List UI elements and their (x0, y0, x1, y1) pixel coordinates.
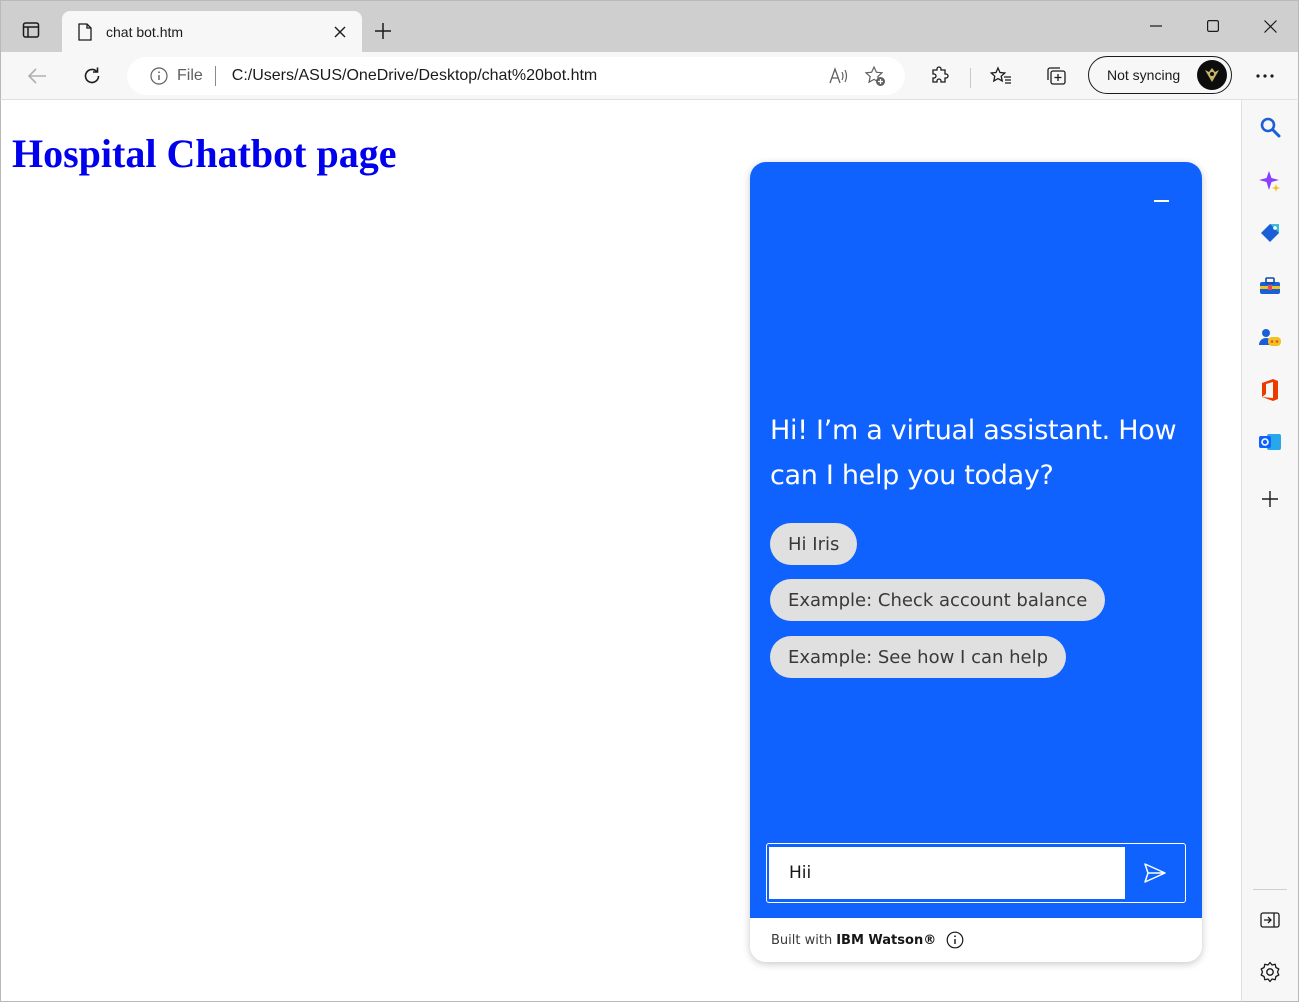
tools-icon[interactable] (1255, 271, 1285, 301)
read-aloud-button[interactable] (821, 58, 857, 94)
tab-close-button[interactable] (324, 16, 356, 48)
chat-greeting-message: Hi! I’m a virtual assistant. How can I h… (770, 415, 1177, 491)
browser-sidebar (1241, 100, 1299, 1002)
address-url[interactable]: C:/Users/ASUS/OneDrive/Desktop/chat%20bo… (232, 67, 821, 85)
browser-title-bar: chat bot.htm (0, 0, 1299, 53)
close-icon (1263, 19, 1277, 33)
settings-icon[interactable] (1255, 957, 1285, 987)
read-aloud-icon (829, 67, 848, 84)
browser-tab[interactable]: chat bot.htm (62, 11, 362, 53)
shopping-tag-icon[interactable] (1255, 218, 1285, 248)
maximize-window-button[interactable] (1190, 9, 1236, 43)
sync-status-label: Not syncing (1107, 67, 1181, 83)
info-icon[interactable] (946, 931, 964, 949)
collections-icon (1047, 67, 1066, 85)
browser-toolbar: File C:/Users/ASUS/OneDrive/Desktop/chat… (0, 52, 1299, 100)
chat-input-container (766, 843, 1186, 903)
sidebar-divider (1253, 889, 1287, 890)
add-icon[interactable] (1255, 484, 1285, 514)
avatar (1197, 60, 1227, 90)
chat-widget: Hi! I’m a virtual assistant. How can I h… (750, 162, 1202, 962)
plus-icon (375, 23, 391, 39)
office-icon[interactable] (1255, 375, 1285, 405)
chat-panel: Hi! I’m a virtual assistant. How can I h… (750, 162, 1202, 918)
add-favorite-button[interactable] (857, 58, 893, 94)
collections-button[interactable] (1038, 58, 1074, 94)
search-icon[interactable] (1255, 112, 1285, 142)
chat-option-hi-iris[interactable]: Hi Iris (770, 523, 858, 565)
split-screen-icon[interactable] (1255, 905, 1285, 935)
maximize-icon (1207, 20, 1219, 32)
address-bar[interactable]: File C:/Users/ASUS/OneDrive/Desktop/chat… (127, 57, 905, 95)
chat-message-input[interactable] (769, 847, 1125, 899)
chat-footer: Built with IBM Watson® (750, 918, 1202, 962)
close-window-button[interactable] (1247, 9, 1293, 43)
tab-actions-button[interactable] (11, 13, 51, 47)
games-icon[interactable] (1255, 323, 1285, 353)
chat-minimize-button[interactable] (1144, 184, 1178, 218)
back-button[interactable] (19, 58, 55, 94)
profile-sync-button[interactable]: Not syncing (1088, 56, 1232, 94)
toolbar-divider (970, 68, 971, 88)
page-title: Hospital Chatbot page (12, 131, 397, 176)
favorites-icon (990, 66, 1011, 84)
address-divider (214, 66, 216, 86)
minimize-icon (1153, 200, 1169, 202)
extensions-button[interactable] (922, 58, 958, 94)
tab-title: chat bot.htm (106, 24, 184, 40)
minimize-window-button[interactable] (1133, 9, 1179, 43)
arrow-left-icon (27, 68, 46, 84)
refresh-icon (84, 67, 100, 84)
address-scheme-label: File (177, 67, 203, 84)
more-icon (1256, 74, 1274, 78)
send-button[interactable] (1127, 847, 1183, 899)
close-icon (334, 26, 346, 38)
outlook-icon[interactable] (1255, 427, 1285, 457)
copilot-icon[interactable] (1255, 166, 1285, 196)
chat-option-check-balance[interactable]: Example: Check account balance (770, 579, 1106, 621)
favorites-button[interactable] (983, 58, 1019, 94)
file-icon (76, 22, 94, 42)
info-icon[interactable] (149, 66, 169, 86)
refresh-button[interactable] (74, 58, 110, 94)
chat-footer-prefix: Built with (771, 932, 833, 948)
chat-footer-brand: IBM Watson® (836, 932, 937, 948)
send-icon (1144, 863, 1166, 883)
chat-option-see-help[interactable]: Example: See how I can help (770, 636, 1067, 678)
puzzle-icon (932, 66, 949, 83)
settings-more-button[interactable] (1247, 58, 1283, 94)
minimize-icon (1150, 25, 1162, 27)
new-tab-button[interactable] (367, 15, 399, 47)
tab-actions-icon (22, 22, 40, 38)
star-add-icon (864, 65, 885, 86)
page-viewport: Hospital Chatbot page Hi! I’m a virtual … (0, 100, 1241, 1002)
